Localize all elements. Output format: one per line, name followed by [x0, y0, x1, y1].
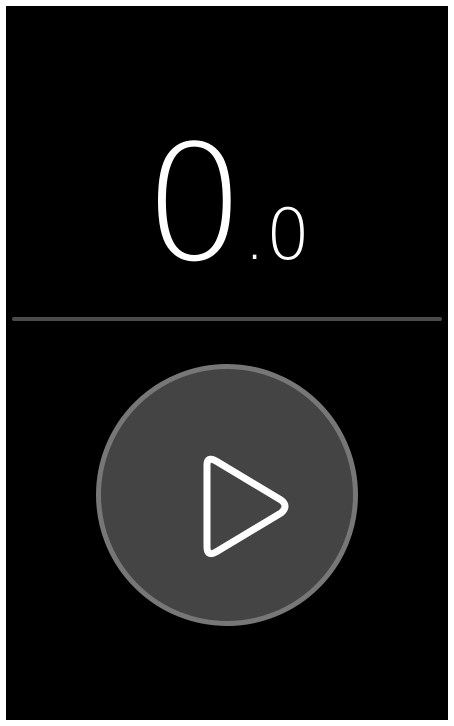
timer-fraction-value: .0: [243, 194, 311, 276]
timer-display: 0.0: [6, 124, 448, 284]
divider: [12, 317, 442, 321]
play-button[interactable]: [96, 364, 358, 626]
app-screen: 0.0: [6, 6, 448, 720]
play-icon: [203, 455, 289, 558]
timer-whole-value: 0: [143, 110, 246, 297]
